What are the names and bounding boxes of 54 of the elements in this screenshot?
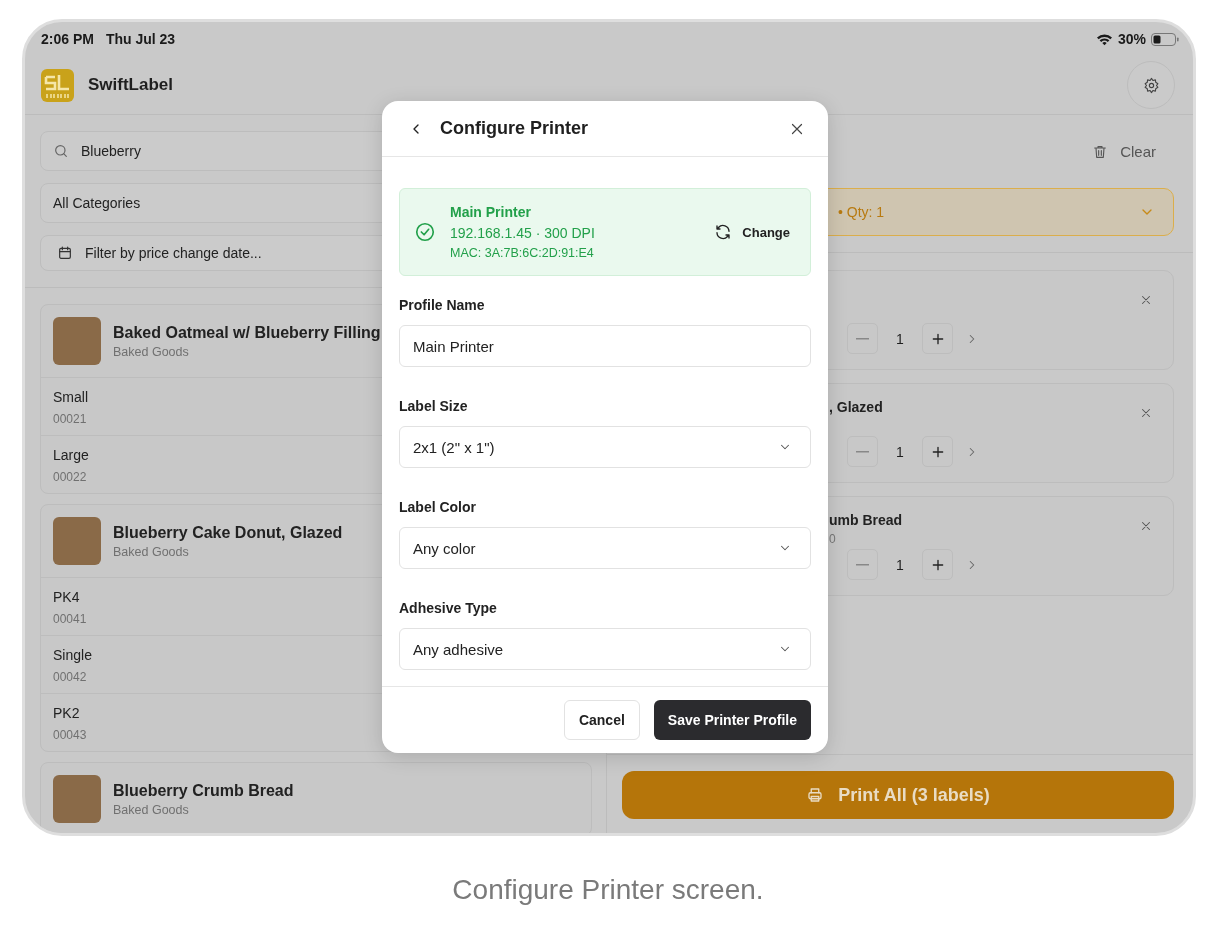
select-field[interactable]: Any adhesive <box>399 628 811 670</box>
field-label: Adhesive Type <box>399 600 498 616</box>
check-circle-icon <box>414 221 436 243</box>
field-label: Label Size <box>399 398 469 414</box>
quantity-value: 1 <box>895 443 905 460</box>
quantity-value: 1 <box>895 556 905 573</box>
status-date: Thu Jul 23 <box>105 31 176 47</box>
summary-text: • Qty: 1 <box>838 204 886 220</box>
battery-percent: 30% <box>1117 31 1146 47</box>
refresh-icon <box>714 223 733 241</box>
printer-mac: MAC: 3A:7B:6C:2D:91:E4 <box>450 246 595 260</box>
trash-icon <box>1092 143 1109 160</box>
settings-button[interactable] <box>1127 61 1175 109</box>
item-title: , Glazed <box>829 399 883 415</box>
product-category: Baked Goods <box>113 344 190 359</box>
printer-name: Main Printer <box>450 204 532 220</box>
photo-placeholder <box>53 775 101 823</box>
product-name: Blueberry Crumb Bread <box>113 781 294 800</box>
calendar-icon <box>57 245 73 261</box>
clear-button[interactable]: Clear <box>1092 143 1156 160</box>
product-category: Baked Goods <box>113 544 190 559</box>
item-code: 0 <box>829 532 836 546</box>
select-field[interactable]: 2x1 (2" x 1") <box>399 426 811 468</box>
close-icon <box>1139 293 1153 307</box>
photo-placeholder <box>53 517 101 565</box>
quantity-value: 1 <box>895 330 905 347</box>
cancel-button[interactable]: Cancel <box>563 700 640 740</box>
wifi-icon <box>1095 32 1113 46</box>
settings-icon <box>1142 76 1160 94</box>
save-button[interactable]: Save Printer Profile <box>653 700 811 740</box>
minus-icon <box>856 450 869 453</box>
increment-button[interactable] <box>922 323 953 354</box>
search-icon <box>53 143 69 159</box>
close-icon <box>1139 406 1153 420</box>
photo-placeholder <box>53 317 101 365</box>
close-icon <box>1139 519 1153 533</box>
select-field[interactable]: Any color <box>399 527 811 569</box>
caption-text: Configure Printer screen. <box>451 874 765 906</box>
minus-icon <box>856 563 869 566</box>
product-name: Baked Oatmeal w/ Blueberry Filling <box>113 323 381 342</box>
increment-button[interactable] <box>922 549 953 580</box>
field-label: Label Color <box>399 499 477 515</box>
app-title: SwiftLabel <box>88 75 174 95</box>
product-name: Blueberry Cake Donut, Glazed <box>113 523 343 542</box>
text-field[interactable]: Main Printer <box>399 325 811 367</box>
product-category: Baked Goods <box>113 802 190 817</box>
minus-icon <box>856 337 869 340</box>
battery-icon <box>1151 32 1179 46</box>
printer-icon <box>806 786 825 804</box>
app-logo <box>41 68 74 102</box>
status-time: 2:06 PM <box>41 31 94 47</box>
increment-button[interactable] <box>922 436 953 467</box>
field-label: Profile Name <box>399 297 486 313</box>
item-title: umb Bread <box>829 512 903 528</box>
